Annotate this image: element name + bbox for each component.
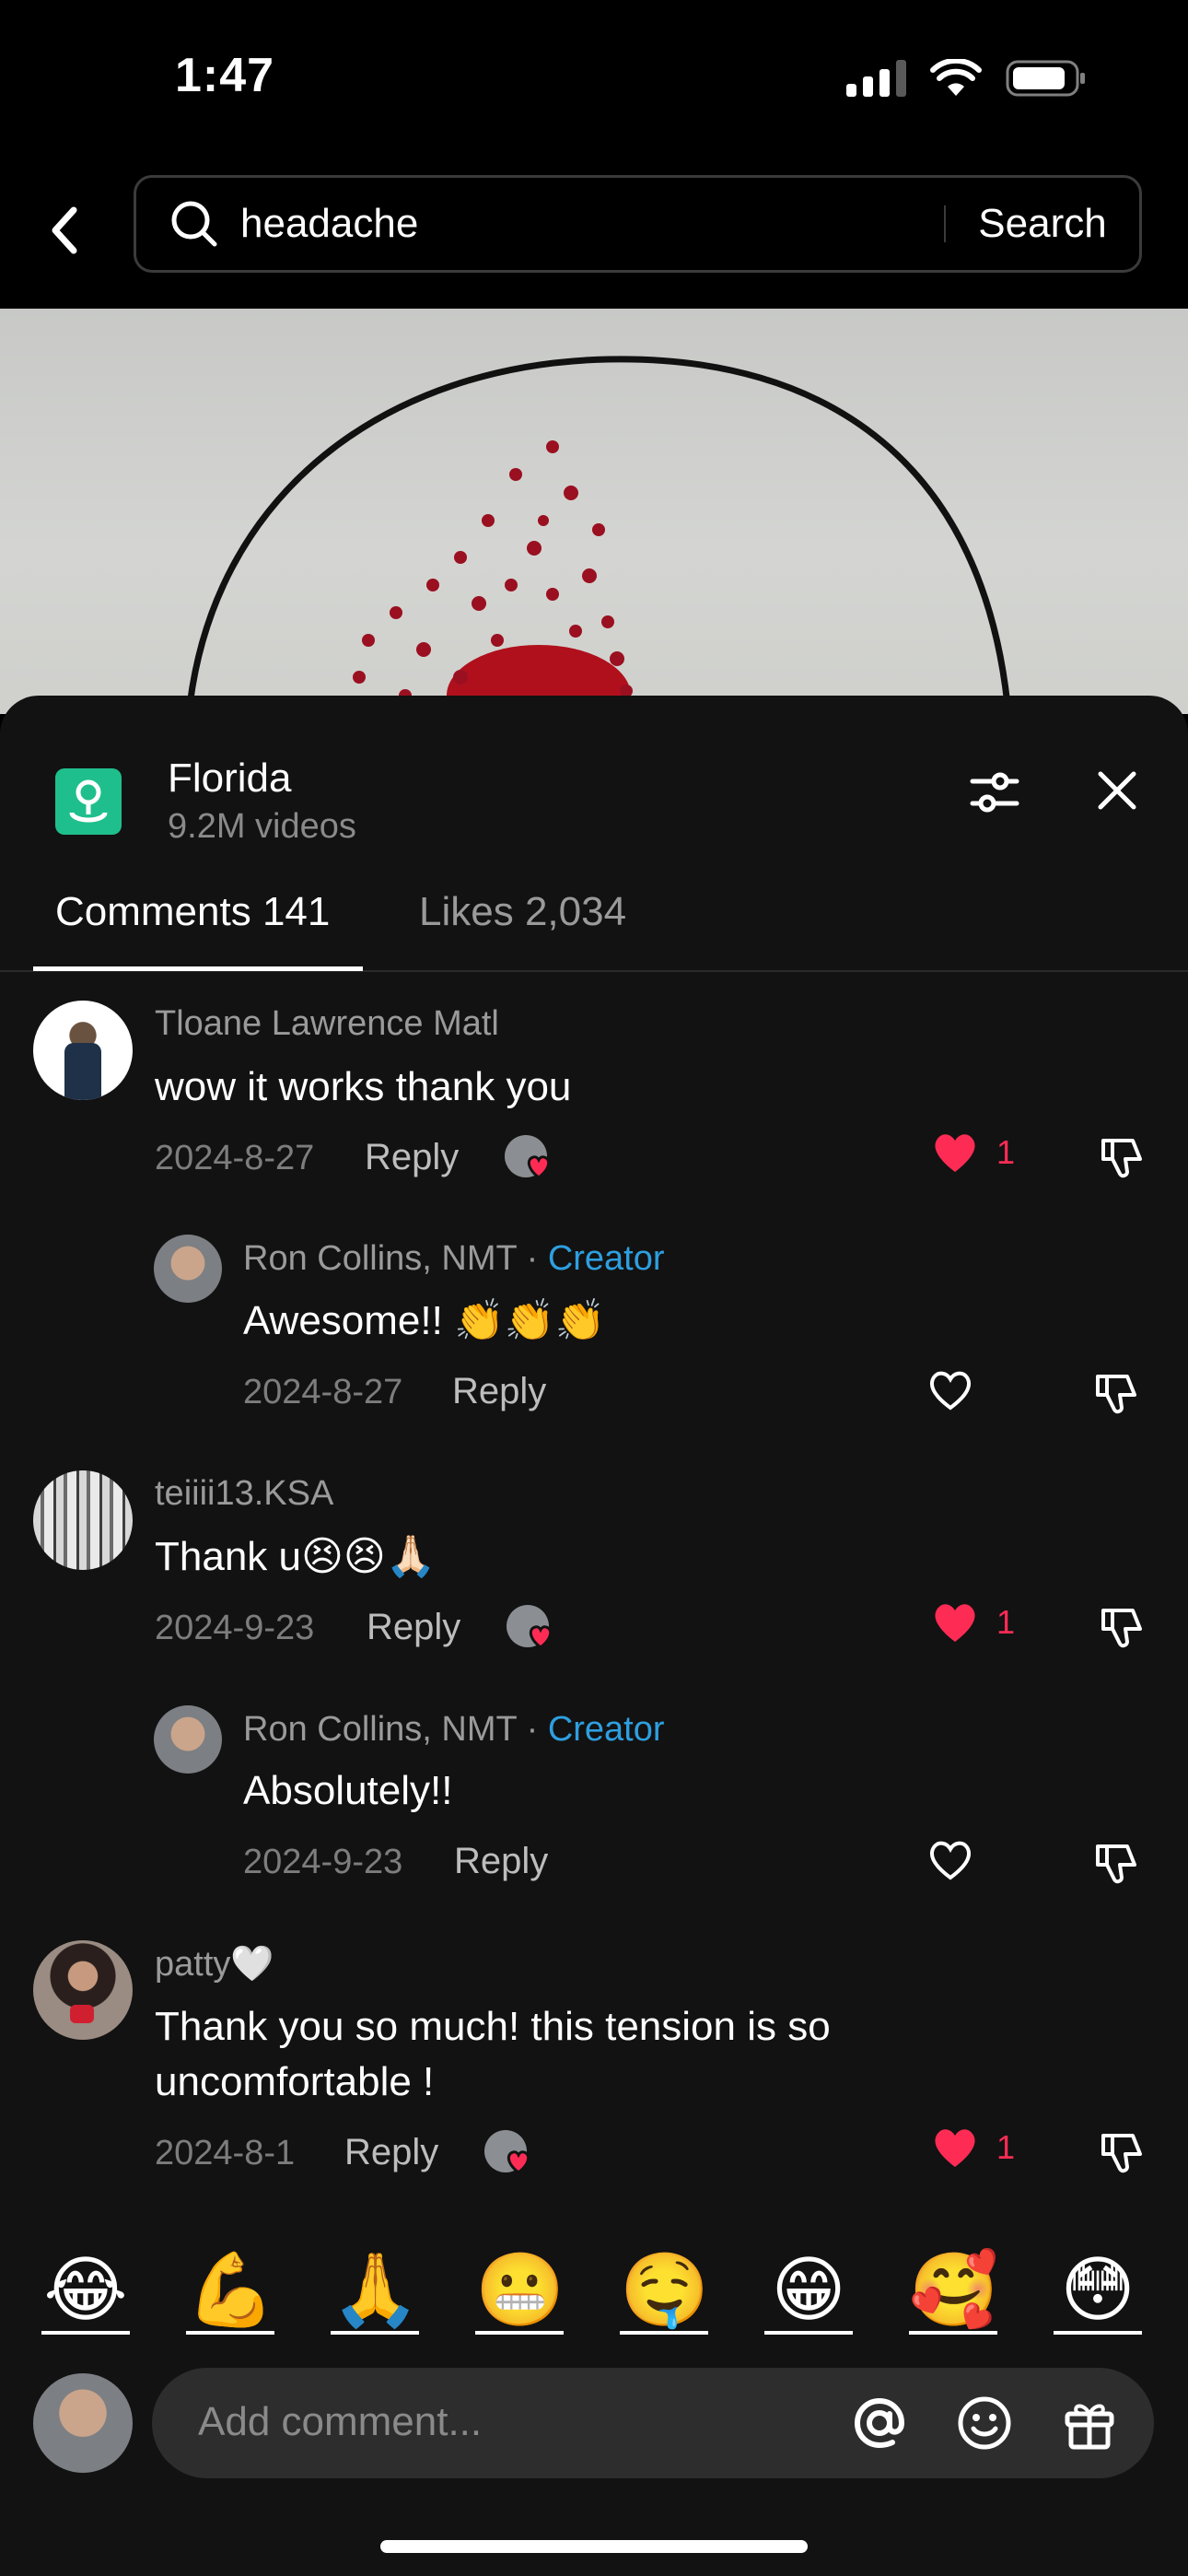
heart-filled-icon	[935, 1604, 975, 1642]
mention-icon[interactable]	[850, 2394, 909, 2453]
like-button[interactable]: 1	[930, 2125, 1015, 2171]
comment-username[interactable]: Ron Collins, NMT · Creator	[243, 1710, 665, 1750]
wifi-icon	[930, 59, 982, 96]
dislike-icon[interactable]	[1096, 2126, 1147, 2178]
comment-text: Thank u😣😣🙏🏻	[155, 1534, 437, 1579]
avatar[interactable]	[33, 1470, 133, 1570]
filter-sliders-icon[interactable]	[967, 765, 1022, 820]
comment-text: Thank you so much! this tension is so	[155, 2004, 831, 2049]
avatar[interactable]	[154, 1705, 222, 1774]
creator-liked-avatar	[484, 2130, 530, 2174]
gift-icon[interactable]	[1060, 2394, 1119, 2453]
search-icon	[171, 201, 217, 247]
comment-text: wow it works thank you	[155, 1064, 572, 1109]
comment-date: 2024-8-1	[155, 2134, 296, 2172]
reply-button[interactable]: Reply	[452, 1371, 546, 1412]
search-input[interactable]: headache	[240, 201, 944, 247]
reply-button[interactable]: Reply	[367, 1607, 460, 1648]
close-icon[interactable]	[1091, 765, 1143, 816]
emoji-button[interactable]: 😂	[41, 2248, 130, 2335]
location-header[interactable]: Florida 9.2M videos	[55, 755, 356, 847]
location-pin-icon	[55, 767, 122, 835]
comment-username[interactable]: patty🤍	[155, 1944, 274, 1985]
reply-button[interactable]: Reply	[365, 1137, 459, 1178]
comment-date: 2024-9-23	[243, 1843, 403, 1881]
tab-likes[interactable]: Likes 2,034	[419, 889, 626, 935]
status-icons	[846, 59, 1087, 98]
avatar[interactable]	[33, 1940, 133, 2040]
like-button[interactable]: 1	[930, 1599, 1015, 1645]
emoji-button[interactable]: 😬	[475, 2248, 565, 2335]
avatar[interactable]	[33, 1001, 133, 1100]
heart-outline-icon[interactable]	[926, 1837, 975, 1883]
emoji-button[interactable]: 🤤	[620, 2248, 709, 2335]
search-button[interactable]: Search	[946, 201, 1139, 247]
comment-username[interactable]: Tloane Lawrence Matl	[155, 1004, 499, 1044]
video-preview[interactable]	[0, 309, 1188, 714]
like-count: 1	[996, 2128, 1016, 2166]
emoji-quick-bar: 😂 💪 🙏 😬 🤤 😁 🥰 😳	[0, 2248, 1188, 2340]
video-illustration	[185, 356, 1012, 714]
dislike-icon[interactable]	[1096, 1131, 1147, 1183]
emoji-button[interactable]: 😳	[1054, 2248, 1142, 2335]
location-name: Florida	[168, 755, 292, 801]
comment-username[interactable]: Ron Collins, NMT · Creator	[243, 1239, 665, 1279]
emoji-smile-icon[interactable]	[955, 2394, 1014, 2453]
comment-text-continued: uncomfortable !	[155, 2059, 435, 2104]
comment-date: 2024-9-23	[155, 1609, 315, 1647]
heart-filled-icon	[935, 2129, 975, 2167]
heart-outline-icon[interactable]	[926, 1367, 975, 1413]
like-button[interactable]: 1	[930, 1130, 1015, 1176]
dislike-icon[interactable]	[1090, 1837, 1142, 1889]
comment-date: 2024-8-27	[243, 1373, 403, 1411]
creator-badge: Creator	[547, 1710, 665, 1749]
heart-filled-icon	[935, 1134, 975, 1172]
my-avatar[interactable]	[33, 2373, 133, 2473]
status-bar: 1:47	[0, 0, 1188, 157]
search-bar[interactable]: headache Search	[134, 175, 1142, 273]
comment-input-placeholder: Add comment...	[198, 2399, 483, 2444]
creator-liked-avatar	[507, 1605, 553, 1649]
emoji-button[interactable]: 😁	[764, 2248, 853, 2335]
dislike-icon[interactable]	[1090, 1367, 1142, 1419]
cellular-signal-icon	[846, 60, 906, 97]
sheet-tabs: Comments 141 Likes 2,034	[0, 871, 1188, 972]
search-header: headache Search	[0, 157, 1188, 309]
creator-liked-avatar	[505, 1135, 551, 1179]
creator-badge: Creator	[547, 1239, 665, 1278]
location-video-count: 9.2M videos	[168, 807, 356, 846]
back-button[interactable]	[37, 193, 92, 267]
comment-text: Awesome!! 👏👏👏	[243, 1298, 606, 1343]
like-count: 1	[996, 1603, 1016, 1641]
dislike-icon[interactable]	[1096, 1601, 1147, 1653]
emoji-button[interactable]: 💪	[186, 2248, 275, 2335]
avatar[interactable]	[154, 1235, 222, 1303]
status-time: 1:47	[175, 49, 275, 102]
home-indicator	[380, 2540, 808, 2553]
battery-icon	[1006, 60, 1085, 97]
emoji-button[interactable]: 🙏	[331, 2248, 420, 2335]
active-tab-indicator	[33, 966, 363, 971]
emoji-button[interactable]: 🥰	[909, 2248, 998, 2335]
comment-username[interactable]: teiiii13.KSA	[155, 1474, 333, 1514]
comment-date: 2024-8-27	[155, 1139, 315, 1177]
comment-input[interactable]: Add comment...	[152, 2368, 1154, 2478]
reply-button[interactable]: Reply	[454, 1841, 548, 1882]
tab-comments[interactable]: Comments 141	[55, 889, 330, 935]
comment-text: Absolutely!!	[243, 1768, 453, 1813]
reply-button[interactable]: Reply	[344, 2132, 438, 2173]
chevron-left-icon	[52, 206, 77, 254]
like-count: 1	[996, 1133, 1016, 1171]
comment-input-row: Add comment...	[0, 2368, 1188, 2488]
